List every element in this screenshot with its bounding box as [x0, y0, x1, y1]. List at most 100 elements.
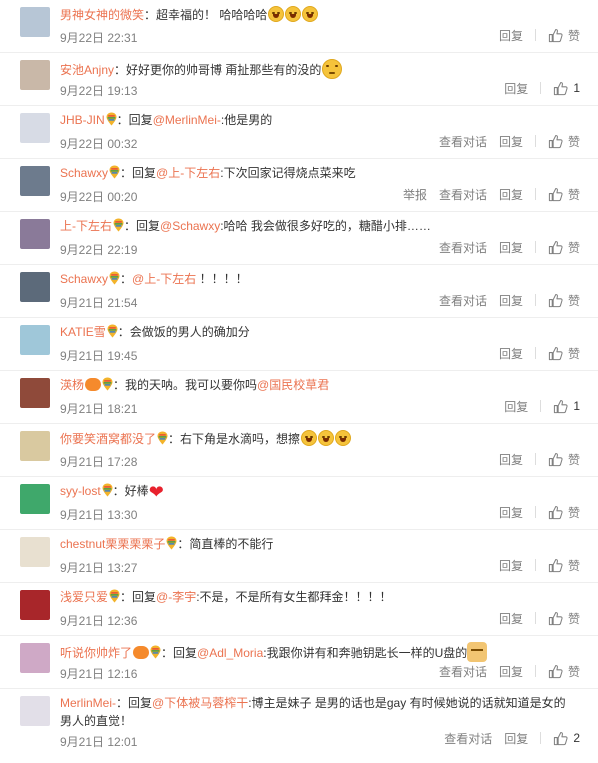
- comment-row: Schawxy ：回复@上-下左右:下次回家记得烧点菜来吃 9月22日 00:20 举…: [0, 159, 598, 212]
- username-link[interactable]: 听说你帅炸了: [60, 646, 132, 660]
- user-avatar[interactable]: [20, 696, 50, 726]
- comment-row: 你要笑酒窝都没了 ：右下角是水滴吗，想擦 9月21日 17:28 回复 赞: [0, 424, 598, 477]
- like-button[interactable]: 赞: [548, 557, 580, 574]
- username-link[interactable]: 男神女神的微笑: [60, 8, 144, 22]
- username-link[interactable]: MerlinMei-: [60, 696, 116, 710]
- user-avatar[interactable]: [20, 643, 50, 673]
- like-button[interactable]: 1: [553, 81, 580, 96]
- comment-row: 安池Anjny：好好更你的帅哥博 甭扯那些有的没的 9月22日 19:13 回复 1: [0, 53, 598, 106]
- like-button[interactable]: 赞: [548, 663, 580, 680]
- like-button[interactable]: 赞: [548, 451, 580, 468]
- comment-text: Schawxy ：回复@上-下左右:下次回家记得烧点菜来吃: [60, 165, 528, 181]
- username-link[interactable]: 浅爱只爱: [60, 590, 108, 604]
- reply-button[interactable]: 回复: [499, 663, 523, 680]
- user-avatar[interactable]: [20, 272, 50, 302]
- user-avatar[interactable]: [20, 166, 50, 196]
- like-count: 赞: [567, 611, 580, 626]
- smile-emoji-icon: [322, 59, 343, 79]
- view-dialog-button[interactable]: 查看对话: [439, 663, 487, 680]
- mention-link[interactable]: @上-下左右: [132, 272, 196, 286]
- like-button[interactable]: 赞: [548, 504, 580, 521]
- user-avatar[interactable]: [20, 537, 50, 567]
- comment-segment: ：回复: [120, 166, 157, 180]
- rainbow-badge-icon: [101, 483, 113, 498]
- thumbs-up-icon: [548, 240, 568, 255]
- mention-link[interactable]: @Schawxy: [160, 219, 220, 233]
- comment-row: 浅爱只爱 ：回复@-李宇:不是，不是所有女生都拜金！！！！ 9月21日 12:36 回…: [0, 583, 598, 636]
- reply-button[interactable]: 回复: [499, 292, 523, 309]
- like-button[interactable]: 赞: [548, 610, 580, 627]
- like-button[interactable]: 2: [553, 731, 580, 746]
- like-count: 赞: [567, 558, 580, 573]
- reply-button[interactable]: 回复: [499, 239, 523, 256]
- username-link[interactable]: chestnut栗栗栗栗子: [60, 537, 165, 551]
- comment-time: 9月21日 12:01: [60, 735, 138, 749]
- like-button[interactable]: 赞: [548, 239, 580, 256]
- like-button[interactable]: 赞: [548, 27, 580, 44]
- like-button[interactable]: 赞: [548, 292, 580, 309]
- laugh-cry-emoji-icon: [302, 6, 319, 22]
- vip-icon: [85, 378, 102, 391]
- doge-emoji-icon: [467, 642, 488, 662]
- view-dialog-button[interactable]: 查看对话: [439, 133, 487, 150]
- mention-link[interactable]: @国民校草君: [257, 378, 329, 392]
- username-link[interactable]: 渶杨: [60, 378, 84, 392]
- reply-button[interactable]: 回复: [504, 730, 528, 747]
- rainbow-badge-icon: [149, 645, 161, 660]
- user-avatar[interactable]: [20, 60, 50, 90]
- user-avatar[interactable]: [20, 7, 50, 37]
- user-avatar[interactable]: [20, 378, 50, 408]
- username-link[interactable]: JHB-JIN: [60, 113, 105, 127]
- reply-button[interactable]: 回复: [499, 27, 523, 44]
- action-divider: [534, 612, 536, 624]
- user-avatar[interactable]: [20, 590, 50, 620]
- comment-text: 上-下左右 ：回复@Schawxy:哈哈 我会做很多好吃的，糖醋小排……: [60, 218, 528, 234]
- reply-button[interactable]: 回复: [504, 80, 528, 97]
- user-avatar[interactable]: [20, 484, 50, 514]
- mention-link[interactable]: @-李宇: [156, 590, 196, 604]
- username-link[interactable]: 上-下左右: [60, 219, 112, 233]
- user-avatar[interactable]: [20, 325, 50, 355]
- reply-button[interactable]: 回复: [499, 451, 523, 468]
- comment-actions: 回复 赞: [487, 503, 580, 521]
- reply-button[interactable]: 回复: [504, 398, 528, 415]
- comment-segment: :他是男的: [220, 113, 273, 127]
- like-count: 赞: [567, 346, 580, 361]
- like-button[interactable]: 赞: [548, 345, 580, 362]
- laugh-cry-emoji-icon: [301, 430, 318, 446]
- user-avatar[interactable]: [20, 219, 50, 249]
- comment-segment: ：好好更你的帅哥博 甭扯那些有的没的: [114, 63, 322, 77]
- reply-button[interactable]: 回复: [499, 504, 523, 521]
- username-link[interactable]: KATIE雪: [60, 325, 106, 339]
- reply-button[interactable]: 回复: [499, 610, 523, 627]
- mention-link[interactable]: @下体被马蓉榨干: [152, 696, 248, 710]
- username-link[interactable]: Schawxy: [60, 272, 108, 286]
- like-button[interactable]: 赞: [548, 133, 580, 150]
- user-avatar[interactable]: [20, 113, 50, 143]
- like-button[interactable]: 赞: [548, 186, 580, 203]
- mention-link[interactable]: @MerlinMei-: [153, 113, 221, 127]
- view-dialog-button[interactable]: 查看对话: [439, 239, 487, 256]
- view-dialog-button[interactable]: 查看对话: [439, 186, 487, 203]
- thumbs-up-icon: [548, 346, 568, 361]
- mention-link[interactable]: @上-下左右: [156, 166, 220, 180]
- comment-text: 男神女神的微笑：超幸福的！ 哈哈哈哈: [60, 6, 528, 23]
- user-avatar[interactable]: [20, 431, 50, 461]
- reply-button[interactable]: 回复: [499, 186, 523, 203]
- username-link[interactable]: 安池Anjny: [60, 63, 114, 77]
- like-button[interactable]: 1: [553, 399, 580, 414]
- view-dialog-button[interactable]: 查看对话: [439, 292, 487, 309]
- comment-text: 你要笑酒窝都没了 ：右下角是水滴吗，想擦: [60, 430, 528, 447]
- reply-button[interactable]: 回复: [499, 133, 523, 150]
- report-button[interactable]: 举报: [403, 186, 427, 203]
- username-link[interactable]: Schawxy: [60, 166, 108, 180]
- reply-button[interactable]: 回复: [499, 557, 523, 574]
- view-dialog-button[interactable]: 查看对话: [444, 730, 492, 747]
- rainbow-badge-icon: [165, 536, 177, 551]
- mention-link[interactable]: @Adl_Moria: [197, 646, 263, 660]
- comment-row: 男神女神的微笑：超幸福的！ 哈哈哈哈 9月22日 22:31 回复 赞: [0, 0, 598, 53]
- reply-button[interactable]: 回复: [499, 345, 523, 362]
- username-link[interactable]: 你要笑酒窝都没了: [60, 432, 156, 446]
- heart-emoji-icon: ❤: [148, 482, 164, 502]
- username-link[interactable]: syy-lost: [60, 484, 101, 498]
